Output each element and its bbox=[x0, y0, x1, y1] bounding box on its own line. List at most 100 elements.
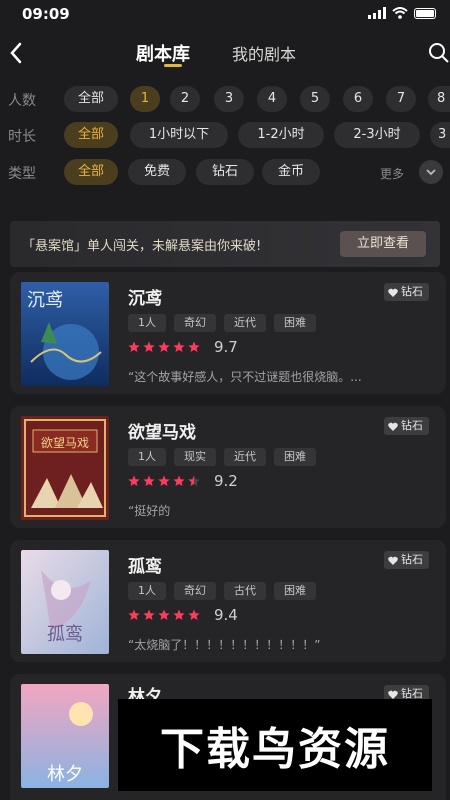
badge-label: 钻石 bbox=[401, 285, 423, 298]
chevron-down-icon[interactable] bbox=[419, 160, 443, 184]
wifi-icon bbox=[392, 7, 408, 19]
heart-icon bbox=[388, 690, 398, 699]
diamond-badge: 钻石 bbox=[384, 551, 429, 569]
script-cover-image: 林夕 bbox=[21, 684, 109, 788]
star-icon bbox=[143, 475, 155, 486]
tab-my-scripts[interactable]: 我的剧本 bbox=[232, 41, 296, 65]
script-cover-image: 沉鸢 bbox=[21, 282, 109, 386]
diamond-badge: 钻石 bbox=[384, 417, 429, 435]
rating: 9.7 bbox=[128, 338, 238, 356]
tag-era: 古代 bbox=[224, 582, 266, 600]
cover-title-text: 欲望马戏 bbox=[41, 436, 89, 450]
star-icon bbox=[188, 475, 200, 486]
status-time: 09:09 bbox=[22, 5, 70, 23]
star-icon bbox=[188, 341, 200, 352]
heart-icon bbox=[388, 422, 398, 431]
script-card-desire-circus[interactable]: 欲望马戏 欲望马戏 钻石 1人 现实 近代 困难 9.2 “挺好的 bbox=[10, 406, 446, 528]
chip-duration-under-1h[interactable]: 1小时以下 bbox=[130, 122, 228, 148]
script-cover-image: 孤鸾 bbox=[21, 550, 109, 654]
tag-genre: 奇幻 bbox=[174, 582, 216, 600]
status-bar: 09:09 bbox=[0, 0, 450, 28]
filter-row-duration: 时长 全部 1小时以下 1-2小时 2-3小时 3 bbox=[0, 120, 450, 150]
chip-people-7[interactable]: 7 bbox=[386, 86, 416, 112]
chip-people-8[interactable]: 8 bbox=[428, 86, 450, 112]
watermark-text: 下载鸟资源 bbox=[160, 724, 390, 775]
promo-banner[interactable]: 「悬案馆」单人闯关，未解悬案由你来破! 立即查看 bbox=[10, 221, 440, 267]
script-card-guluan[interactable]: 孤鸾 孤鸾 钻石 1人 奇幻 古代 困难 9.4 “太烧脑了！！！！！！！！！！… bbox=[10, 540, 446, 662]
tag-players: 1人 bbox=[128, 582, 166, 600]
chip-duration-2-3h[interactable]: 2-3小时 bbox=[334, 122, 420, 148]
view-now-button[interactable]: 立即查看 bbox=[340, 231, 426, 257]
chip-people-2[interactable]: 2 bbox=[170, 86, 200, 112]
filter-row-people: 人数 全部 1 2 3 4 5 6 7 8 bbox=[0, 84, 450, 114]
star-rating bbox=[128, 609, 200, 621]
status-icons bbox=[368, 7, 436, 19]
tag-players: 1人 bbox=[128, 314, 166, 332]
tab-active-indicator bbox=[164, 64, 182, 67]
cover-title-text: 沉鸢 bbox=[27, 290, 63, 311]
badge-label: 钻石 bbox=[401, 419, 423, 432]
watermark-overlay: 下载鸟资源 bbox=[118, 699, 432, 791]
chip-people-all[interactable]: 全部 bbox=[64, 86, 118, 112]
chip-duration-1-2h[interactable]: 1-2小时 bbox=[238, 122, 324, 148]
chip-duration-3h-plus[interactable]: 3 bbox=[430, 122, 450, 148]
star-icon bbox=[173, 609, 185, 620]
heart-icon bbox=[388, 556, 398, 565]
search-icon[interactable] bbox=[428, 42, 450, 64]
back-arrow-icon[interactable] bbox=[6, 38, 28, 68]
script-title: 欲望马戏 bbox=[128, 423, 196, 443]
chip-type-free[interactable]: 免费 bbox=[128, 159, 186, 185]
tag-genre: 现实 bbox=[174, 448, 216, 466]
filter-label-people: 人数 bbox=[8, 93, 36, 109]
top-navigation: 剧本库 我的剧本 bbox=[0, 32, 450, 76]
tag-era: 近代 bbox=[224, 314, 266, 332]
tag-genre: 奇幻 bbox=[174, 314, 216, 332]
filter-row-type: 类型 全部 免费 钻石 金币 更多 bbox=[0, 157, 450, 187]
chip-type-all[interactable]: 全部 bbox=[64, 159, 118, 185]
star-icon bbox=[128, 341, 140, 352]
rating-score: 9.4 bbox=[214, 606, 238, 624]
chip-people-1[interactable]: 1 bbox=[130, 86, 160, 112]
star-rating bbox=[128, 475, 200, 487]
chip-people-5[interactable]: 5 bbox=[300, 86, 330, 112]
battery-icon bbox=[414, 7, 436, 19]
tag-era: 近代 bbox=[224, 448, 266, 466]
rating: 9.2 bbox=[128, 472, 238, 490]
chip-people-4[interactable]: 4 bbox=[257, 86, 287, 112]
review-snippet: “挺好的 bbox=[128, 504, 171, 518]
tag-players: 1人 bbox=[128, 448, 166, 466]
script-tags: 1人 现实 近代 困难 bbox=[128, 448, 316, 466]
chip-type-coin[interactable]: 金币 bbox=[262, 159, 320, 185]
cover-title-text: 林夕 bbox=[47, 764, 83, 785]
star-icon bbox=[158, 609, 170, 620]
review-snippet: “太烧脑了！！！！！！！！！！！” bbox=[128, 638, 321, 652]
script-title: 孤鸾 bbox=[128, 557, 162, 577]
review-snippet: “这个故事好感人，只不过谜题也很烧脑。... bbox=[128, 370, 362, 384]
chip-type-diamond[interactable]: 钻石 bbox=[196, 159, 254, 185]
chip-duration-all[interactable]: 全部 bbox=[64, 122, 118, 148]
tag-difficulty: 困难 bbox=[274, 448, 316, 466]
rating: 9.4 bbox=[128, 606, 238, 624]
chip-people-3[interactable]: 3 bbox=[214, 86, 244, 112]
more-filters-label[interactable]: 更多 bbox=[380, 165, 404, 182]
diamond-badge: 钻石 bbox=[384, 283, 429, 301]
star-rating bbox=[128, 341, 200, 353]
star-icon bbox=[173, 475, 185, 486]
banner-text: 「悬案馆」单人闯关，未解悬案由你来破! bbox=[22, 239, 262, 254]
star-icon bbox=[158, 475, 170, 486]
script-title: 沉鸢 bbox=[128, 289, 162, 309]
heart-icon bbox=[388, 288, 398, 297]
script-tags: 1人 奇幻 古代 困难 bbox=[128, 582, 316, 600]
star-icon bbox=[158, 341, 170, 352]
tab-script-library[interactable]: 剧本库 bbox=[136, 40, 190, 66]
filter-label-duration: 时长 bbox=[8, 129, 36, 145]
star-icon bbox=[173, 341, 185, 352]
cover-title-text: 孤鸾 bbox=[47, 624, 83, 645]
chip-people-6[interactable]: 6 bbox=[343, 86, 373, 112]
rating-score: 9.2 bbox=[214, 472, 238, 490]
tag-difficulty: 困难 bbox=[274, 314, 316, 332]
script-card-chenyuan[interactable]: 沉鸢 沉鸢 钻石 1人 奇幻 近代 困难 9.7 “这个故事好感人，只不过谜题也… bbox=[10, 272, 446, 394]
badge-label: 钻石 bbox=[401, 553, 423, 566]
star-icon bbox=[188, 609, 200, 620]
filter-label-type: 类型 bbox=[8, 166, 36, 182]
